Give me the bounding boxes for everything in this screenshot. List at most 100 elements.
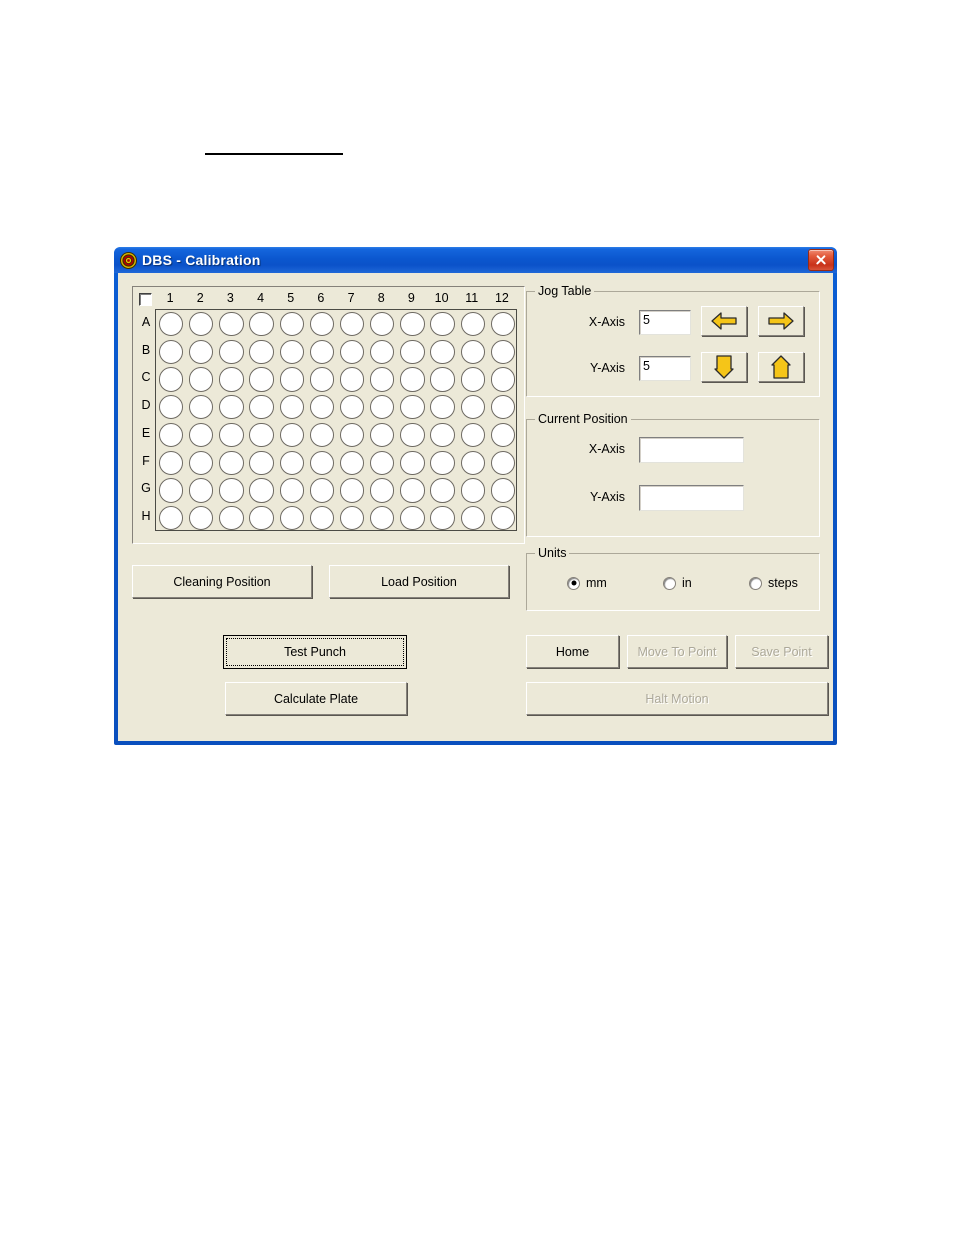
jog-right-button[interactable] — [758, 306, 804, 336]
plate-row-header[interactable]: H — [139, 510, 153, 523]
plate-well-A10[interactable] — [430, 311, 455, 336]
plate-well-B11[interactable] — [460, 339, 485, 364]
plate-column-header[interactable]: 7 — [336, 292, 366, 305]
plate-well-C12[interactable] — [490, 367, 516, 392]
well-grid[interactable] — [155, 309, 517, 531]
plate-well-H8[interactable] — [370, 506, 395, 531]
jog-left-button[interactable] — [701, 306, 747, 336]
jog-up-button[interactable] — [758, 352, 804, 382]
plate-column-header[interactable]: 6 — [306, 292, 336, 305]
plate-well-A6[interactable] — [309, 311, 335, 336]
plate-well-D10[interactable] — [430, 395, 455, 420]
plate-well-C10[interactable] — [430, 367, 455, 392]
plate-column-header[interactable]: 4 — [246, 292, 276, 305]
plate-well-B2[interactable] — [189, 339, 214, 364]
plate-well-D6[interactable] — [309, 395, 335, 420]
plate-well-F1[interactable] — [158, 450, 184, 475]
units-radio-steps[interactable]: steps — [749, 576, 798, 590]
plate-well-E12[interactable] — [490, 422, 516, 447]
plate-well-H4[interactable] — [249, 506, 274, 531]
plate-row-header[interactable]: F — [139, 455, 153, 468]
plate-well-G3[interactable] — [219, 478, 244, 503]
plate-well-H11[interactable] — [460, 506, 485, 531]
plate-row-header[interactable]: A — [139, 316, 153, 329]
plate-well-C8[interactable] — [370, 367, 395, 392]
plate-well-B3[interactable] — [219, 339, 244, 364]
jog-x-axis-input[interactable]: 5 — [639, 310, 691, 335]
plate-well-F4[interactable] — [249, 450, 274, 475]
plate-column-header[interactable]: 3 — [215, 292, 245, 305]
plate-well-D11[interactable] — [460, 395, 485, 420]
plate-well-F10[interactable] — [430, 450, 455, 475]
plate-well-C2[interactable] — [189, 367, 214, 392]
plate-column-header[interactable]: 8 — [366, 292, 396, 305]
plate-well-B7[interactable] — [339, 339, 365, 364]
calculate-plate-button[interactable]: Calculate Plate — [225, 682, 407, 715]
plate-well-G10[interactable] — [430, 478, 455, 503]
plate-well-F2[interactable] — [189, 450, 214, 475]
plate-well-H9[interactable] — [400, 506, 425, 531]
plate-well-B5[interactable] — [279, 339, 304, 364]
plate-well-D8[interactable] — [370, 395, 395, 420]
test-punch-button[interactable]: Test Punch — [223, 635, 407, 669]
plate-well-B8[interactable] — [370, 339, 395, 364]
plate-well-E11[interactable] — [460, 422, 485, 447]
plate-well-A8[interactable] — [370, 311, 395, 336]
plate-well-F8[interactable] — [370, 450, 395, 475]
plate-well-B10[interactable] — [430, 339, 455, 364]
plate-well-B1[interactable] — [158, 339, 184, 364]
plate-well-F12[interactable] — [490, 450, 516, 475]
plate-column-header[interactable]: 2 — [185, 292, 215, 305]
units-radio-mm[interactable]: mm — [567, 576, 607, 590]
plate-well-A7[interactable] — [339, 311, 365, 336]
window-titlebar[interactable]: DBS - Calibration — [114, 247, 837, 273]
cleaning-position-button[interactable]: Cleaning Position — [132, 565, 312, 598]
plate-well-G7[interactable] — [339, 478, 365, 503]
plate-well-E10[interactable] — [430, 422, 455, 447]
plate-well-G12[interactable] — [490, 478, 516, 503]
plate-well-G9[interactable] — [400, 478, 425, 503]
plate-well-B12[interactable] — [490, 339, 516, 364]
plate-row-header[interactable]: G — [139, 482, 153, 495]
select-all-wells-checkbox[interactable] — [139, 293, 152, 306]
plate-well-D7[interactable] — [339, 395, 365, 420]
plate-well-A4[interactable] — [249, 311, 274, 336]
plate-well-E3[interactable] — [219, 422, 244, 447]
plate-well-D5[interactable] — [279, 395, 304, 420]
plate-well-G11[interactable] — [460, 478, 485, 503]
plate-well-A3[interactable] — [219, 311, 244, 336]
plate-well-A2[interactable] — [189, 311, 214, 336]
plate-well-D2[interactable] — [189, 395, 214, 420]
plate-well-H12[interactable] — [490, 506, 516, 531]
plate-well-H5[interactable] — [279, 506, 304, 531]
plate-well-C7[interactable] — [339, 367, 365, 392]
load-position-button[interactable]: Load Position — [329, 565, 509, 598]
move-to-point-button[interactable]: Move To Point — [627, 635, 727, 668]
plate-well-H7[interactable] — [339, 506, 365, 531]
jog-y-axis-input[interactable]: 5 — [639, 356, 691, 381]
plate-well-G8[interactable] — [370, 478, 395, 503]
plate-well-D1[interactable] — [158, 395, 184, 420]
plate-column-header[interactable]: 10 — [427, 292, 457, 305]
plate-well-G4[interactable] — [249, 478, 274, 503]
plate-well-H2[interactable] — [189, 506, 214, 531]
plate-column-header[interactable]: 11 — [457, 292, 487, 305]
plate-well-A12[interactable] — [490, 311, 516, 336]
plate-well-D4[interactable] — [249, 395, 274, 420]
plate-well-B6[interactable] — [309, 339, 335, 364]
plate-column-header[interactable]: 1 — [155, 292, 185, 305]
plate-well-C1[interactable] — [158, 367, 184, 392]
units-radio-in[interactable]: in — [663, 576, 692, 590]
plate-well-C11[interactable] — [460, 367, 485, 392]
close-icon[interactable] — [808, 249, 834, 271]
plate-well-C4[interactable] — [249, 367, 274, 392]
plate-well-D9[interactable] — [400, 395, 425, 420]
plate-row-header[interactable]: E — [139, 427, 153, 440]
plate-well-H6[interactable] — [309, 506, 335, 531]
plate-well-A5[interactable] — [279, 311, 304, 336]
plate-row-header[interactable]: D — [139, 399, 153, 412]
plate-well-F7[interactable] — [339, 450, 365, 475]
plate-well-D12[interactable] — [490, 395, 516, 420]
plate-well-B4[interactable] — [249, 339, 274, 364]
plate-well-G2[interactable] — [189, 478, 214, 503]
